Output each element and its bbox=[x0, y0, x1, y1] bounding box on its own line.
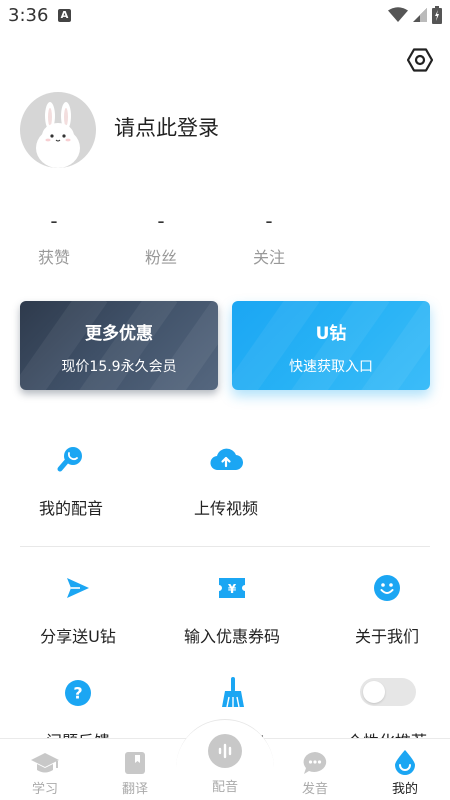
login-prompt[interactable]: 请点此登录 bbox=[114, 112, 219, 142]
cell-signal-icon bbox=[413, 8, 427, 22]
tab-translate[interactable]: 翻译 bbox=[90, 739, 180, 800]
wifi-icon bbox=[388, 7, 408, 22]
tab-learn-label: 学习 bbox=[31, 782, 58, 797]
svg-text:¥: ¥ bbox=[228, 582, 237, 596]
section-divider bbox=[20, 546, 430, 547]
coupon-code-item[interactable]: ¥ 输入优惠券码 bbox=[172, 571, 292, 647]
coupon-icon: ¥ bbox=[219, 578, 245, 598]
water-drop-icon bbox=[395, 750, 415, 775]
stat-likes-label: 获赞 bbox=[37, 248, 70, 267]
about-us-label: 关于我们 bbox=[354, 627, 419, 646]
tab-pronounce-label: 发音 bbox=[301, 782, 328, 797]
status-icons bbox=[388, 6, 442, 24]
tab-mine[interactable]: 我的 bbox=[360, 739, 450, 800]
stat-following-value: - bbox=[265, 209, 273, 233]
graduation-cap-icon bbox=[31, 753, 59, 773]
tab-dubbing-label: 配音 bbox=[211, 780, 238, 795]
tab-pronounce[interactable]: 发音 bbox=[270, 739, 360, 800]
stat-fans-label: 粉丝 bbox=[144, 248, 177, 267]
book-icon bbox=[125, 752, 145, 774]
rabbit-avatar-icon bbox=[36, 102, 80, 168]
question-icon: ? bbox=[65, 680, 91, 706]
voice-wave-icon bbox=[218, 743, 232, 759]
u-diamond-card[interactable]: U钻 快速获取入口 bbox=[232, 301, 430, 390]
about-us-item[interactable]: 关于我们 bbox=[327, 571, 447, 647]
voice-wave-badge bbox=[208, 734, 242, 768]
share-label: 分享送U钻 bbox=[40, 627, 116, 646]
cloud-upload-icon bbox=[210, 448, 243, 471]
status-bar: 3:36 A bbox=[0, 0, 450, 32]
my-dubbing-label: 我的配音 bbox=[38, 499, 103, 518]
battery-icon bbox=[432, 6, 442, 24]
upload-video-item[interactable]: 上传视频 bbox=[166, 443, 286, 519]
stat-fans[interactable]: - 粉丝 bbox=[126, 206, 196, 268]
dubbing-icon bbox=[57, 447, 82, 472]
stat-following-label: 关注 bbox=[252, 248, 285, 267]
broom-icon bbox=[222, 677, 244, 708]
svg-text:?: ? bbox=[73, 684, 82, 703]
settings-button[interactable] bbox=[406, 46, 434, 74]
avatar[interactable] bbox=[20, 92, 96, 168]
chat-bubble-icon bbox=[303, 752, 327, 774]
stat-likes[interactable]: - 获赞 bbox=[19, 206, 89, 268]
coupon-code-label: 输入优惠券码 bbox=[183, 627, 280, 646]
tab-mine-label: 我的 bbox=[391, 782, 418, 797]
stat-fans-value: - bbox=[157, 209, 165, 233]
tab-translate-label: 翻译 bbox=[121, 782, 148, 797]
smile-icon bbox=[374, 575, 400, 601]
status-time: 3:36 bbox=[8, 5, 49, 26]
my-dubbing-item[interactable]: 我的配音 bbox=[11, 443, 131, 519]
vip-offer-card[interactable]: 更多优惠 现价15.9永久会员 bbox=[20, 301, 218, 390]
stat-likes-value: - bbox=[50, 209, 58, 233]
share-item[interactable]: 分享送U钻 bbox=[18, 571, 138, 647]
notification-a-icon: A bbox=[58, 9, 71, 22]
send-icon bbox=[67, 578, 89, 598]
upload-video-label: 上传视频 bbox=[193, 499, 258, 518]
settings-hexagon-icon bbox=[407, 48, 433, 72]
tab-learn[interactable]: 学习 bbox=[0, 739, 90, 800]
stat-following[interactable]: - 关注 bbox=[234, 206, 304, 268]
